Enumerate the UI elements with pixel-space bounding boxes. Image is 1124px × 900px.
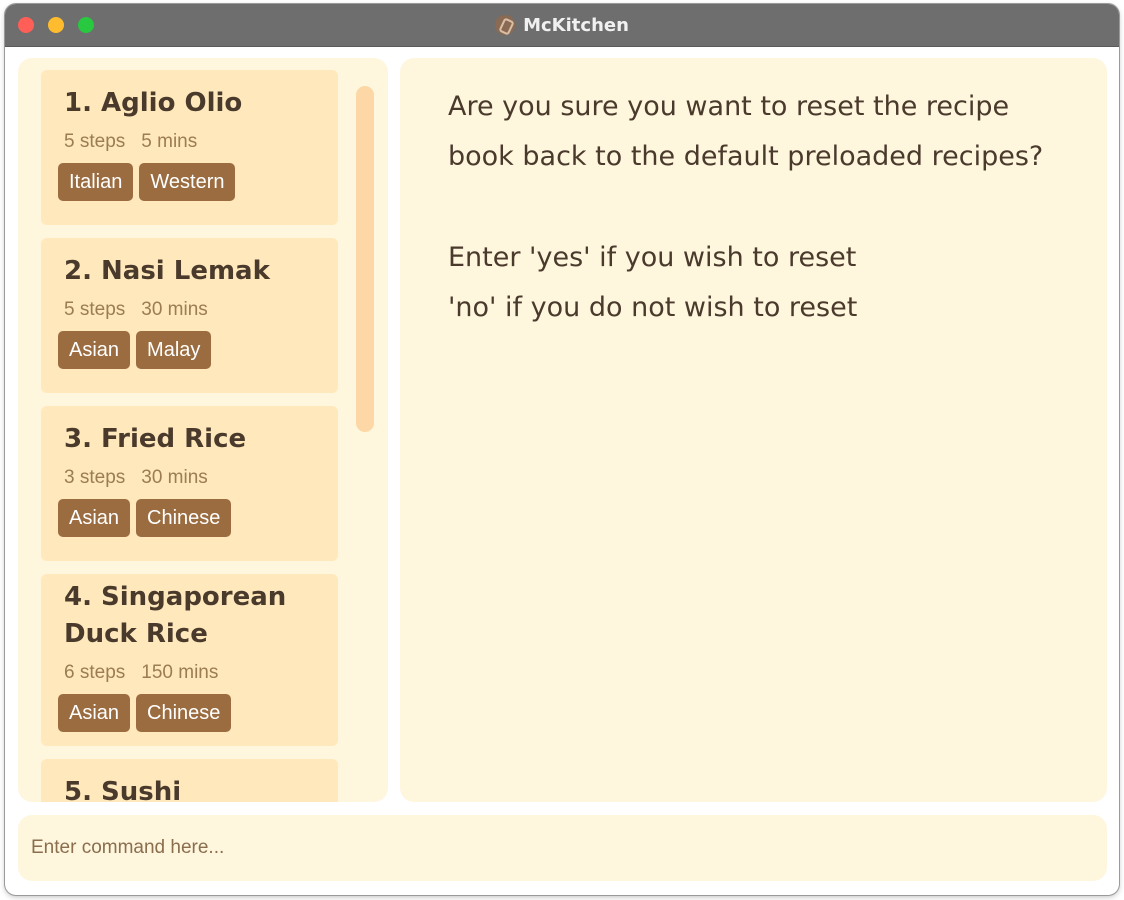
recipe-steps: 3 steps xyxy=(64,467,126,488)
recipe-tag: Malay xyxy=(136,331,212,369)
command-input[interactable] xyxy=(18,815,1107,881)
result-message-line: Enter 'yes' if you wish to reset xyxy=(448,242,857,273)
recipe-tag: Chinese xyxy=(136,499,232,537)
recipe-meta: 3 steps 30 mins xyxy=(64,467,224,489)
command-box xyxy=(18,815,1107,881)
recipe-meta: 6 steps 150 mins xyxy=(64,662,234,684)
result-message-line: book back to the default preloaded recip… xyxy=(448,141,1044,172)
recipe-title: 4. Singaporean xyxy=(64,582,287,612)
recipe-title: 2. Nasi Lemak xyxy=(64,256,270,286)
recipe-card-3[interactable]: 3. Fried Rice 3 steps 30 mins Asian Chine… xyxy=(41,406,338,561)
recipe-steps: 5 steps xyxy=(64,299,126,320)
result-message-line: Are you sure you want to reset the recip… xyxy=(448,91,1010,122)
recipe-tag: Italian xyxy=(58,163,134,201)
recipe-steps: 5 steps xyxy=(64,131,126,152)
recipe-title: 1. Aglio Olio xyxy=(64,88,243,118)
title-bar: McKitchen xyxy=(5,4,1119,47)
result-display-panel: Are you sure you want to reset the recip… xyxy=(400,58,1107,802)
mckitchen-logo-icon xyxy=(495,15,516,35)
recipe-tags: Asian Chinese xyxy=(58,499,232,537)
recipe-list-panel: 1. Aglio Olio 5 steps 5 mins Italian West… xyxy=(18,58,388,802)
recipe-time: 30 mins xyxy=(141,467,208,488)
recipe-time: 5 mins xyxy=(141,131,198,152)
recipe-tag: Chinese xyxy=(136,694,232,732)
recipe-title: 3. Fried Rice xyxy=(64,424,247,454)
recipe-card-5[interactable]: 5. Sushi xyxy=(41,759,338,802)
app-window: McKitchen 1. Aglio Olio 5 steps 5 mins It… xyxy=(5,4,1119,895)
recipe-title: 5. Sushi xyxy=(64,777,182,802)
recipe-tag: Western xyxy=(139,163,236,201)
recipe-meta: 5 steps 5 mins xyxy=(64,131,213,153)
result-message-line: 'no' if you do not wish to reset xyxy=(448,292,858,323)
recipe-tags: Asian Malay xyxy=(58,331,212,369)
recipe-tags: Asian Chinese xyxy=(58,694,232,732)
recipe-title-line-2: Duck Rice xyxy=(64,619,208,649)
recipe-card-2[interactable]: 2. Nasi Lemak 5 steps 30 mins Asian Malay xyxy=(41,238,338,393)
recipe-card-4[interactable]: 4. Singaporean Duck Rice 6 steps 150 mins… xyxy=(41,574,338,746)
recipe-time: 30 mins xyxy=(141,299,208,320)
recipe-tag: Asian xyxy=(58,694,131,732)
recipe-tag: Asian xyxy=(58,499,131,537)
recipe-meta: 5 steps 30 mins xyxy=(64,299,224,321)
recipe-list-scrollbar[interactable] xyxy=(356,86,374,432)
recipe-tags: Italian Western xyxy=(58,163,236,201)
recipe-steps: 6 steps xyxy=(64,662,126,683)
recipe-time: 150 mins xyxy=(141,662,219,683)
window-title: McKitchen xyxy=(523,14,629,36)
recipe-tag: Asian xyxy=(58,331,131,369)
title-wrap: McKitchen xyxy=(5,4,1119,46)
recipe-card-1[interactable]: 1. Aglio Olio 5 steps 5 mins Italian West… xyxy=(41,70,338,225)
